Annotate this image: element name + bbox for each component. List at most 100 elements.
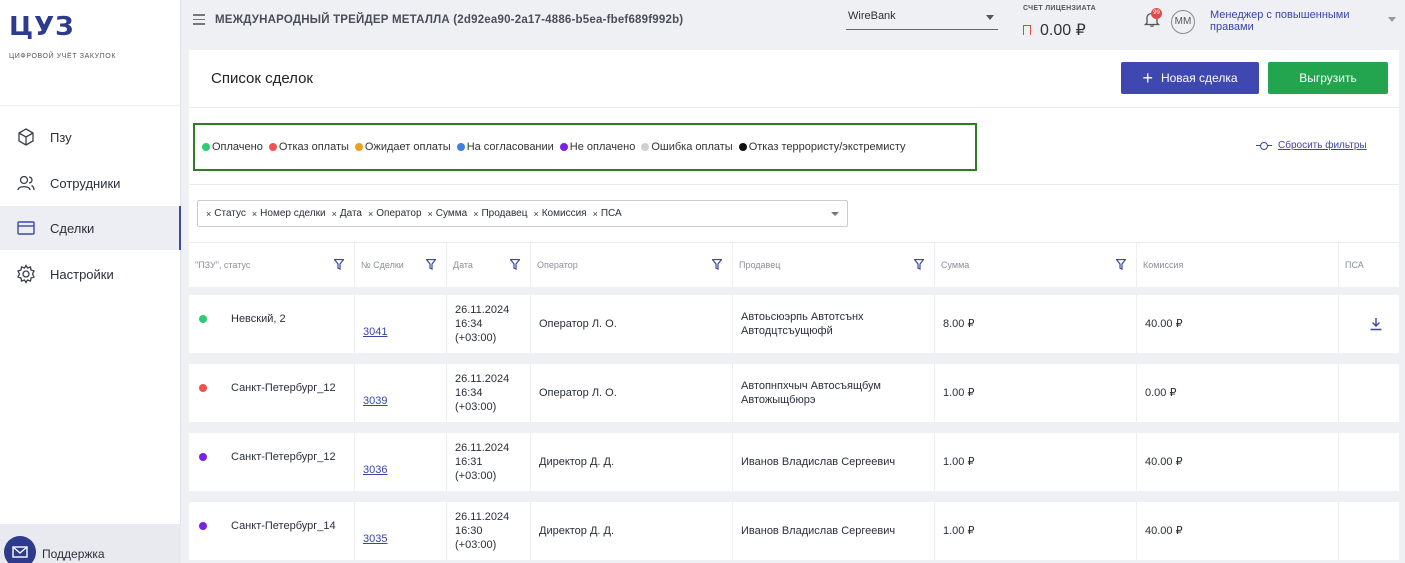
column-chip[interactable]: × Комиссия [533,208,586,219]
new-deal-button[interactable]: + Новая сделка [1121,62,1259,94]
deal-timezone: (+03:00) [455,470,497,482]
column-chip[interactable]: × Оператор [368,208,422,219]
table-row[interactable]: Невский, 2 3041 26.11.2024 16:34 (+03:00) … [189,295,1399,353]
filter-icon[interactable] [510,259,520,270]
sidebar-item-settings[interactable]: Настройки [0,252,181,296]
sum-cell: 8.00 ₽ [934,295,1136,353]
close-icon[interactable]: × [252,209,257,219]
seller-name: Иванов Владислав Сергеевич [741,525,896,537]
close-icon[interactable]: × [593,209,598,219]
column-title: № Сделки [361,260,404,270]
table-row[interactable]: Санкт-Петербург_12 3039 26.11.2024 16:34 (… [189,364,1399,422]
deal-cell: 3036 [354,433,446,491]
date-cell: 26.11.2024 16:30 (+03:00) [446,502,530,560]
close-icon[interactable]: × [332,209,337,219]
company-name: МЕЖДУНАРОДНЫЙ ТРЕЙДЕР МЕТАЛЛА (2d92ea90-… [215,14,684,26]
bank-select[interactable]: WireBank [846,10,998,30]
sidebar-item-deals[interactable]: Сделки [0,206,181,250]
bank-select-value: WireBank [848,10,896,22]
cube-icon [16,127,36,147]
chevron-down-icon[interactable] [1388,17,1396,22]
close-icon[interactable]: × [206,209,211,219]
legend-label: Ожидает оплаты [364,141,451,153]
support-label: Поддержка [42,546,105,561]
logo[interactable]: ЦУЗ [9,12,75,42]
legend-item-paid[interactable]: Оплачено [202,141,263,153]
date-cell: 26.11.2024 16:34 (+03:00) [446,364,530,422]
filter-slider-icon [1256,141,1272,150]
close-icon[interactable]: × [428,209,433,219]
deal-number-link[interactable]: 3035 [363,516,387,546]
filter-icon[interactable] [426,259,436,270]
gear-icon [16,264,36,284]
close-icon[interactable]: × [473,209,478,219]
pzu-cell: Санкт-Петербург_14 [189,502,354,560]
status-dot [456,143,465,151]
column-chip[interactable]: × Сумма [428,208,468,219]
deal-number-link[interactable]: 3039 [363,378,387,408]
filter-icon[interactable] [1116,259,1126,270]
deal-number-link[interactable]: 3041 [363,309,387,339]
chip-label: Оператор [376,208,422,219]
chip-label: Комиссия [541,208,587,219]
legend-item-awaiting-payment[interactable]: Ожидает оплаты [354,141,451,153]
user-role[interactable]: Менеджер с повышенными правами [1210,9,1370,33]
commission-value: 40.00 ₽ [1145,456,1183,468]
export-button[interactable]: Выгрузить [1268,62,1388,94]
column-chip[interactable]: × ПСА [593,208,622,219]
legend-item-payment-refused[interactable]: Отказ оплаты [268,141,349,153]
bookmark-icon [1023,25,1031,35]
deal-timezone: (+03:00) [455,539,497,551]
table-header: "ПЗУ", статус № Сделки Дата Оператор Про… [189,243,1399,287]
avatar[interactable]: ММ [1171,10,1195,34]
download-icon[interactable] [1369,317,1383,331]
seller-name: Автопнпхчыч Автосъящбум Автожыщбюрэ [741,380,881,406]
pzu-cell: Санкт-Петербург_12 [189,364,354,422]
account-label: СЧЕТ ЛИЦЕНЗИАТА [1023,5,1096,12]
deal-number-link[interactable]: 3036 [363,447,387,477]
close-icon[interactable]: × [533,209,538,219]
reset-filters-link[interactable]: Сбросить фильтры [1256,140,1367,151]
legend-item-unpaid[interactable]: Не оплачено [559,141,635,153]
sidebar-item-pzu[interactable]: Пзу [0,115,181,159]
chip-label: Статус [214,208,246,219]
status-dot [199,384,207,392]
filter-icon[interactable] [334,259,344,270]
close-icon[interactable]: × [368,209,373,219]
commission-cell: 40.00 ₽ [1136,502,1338,560]
page-title: Список сделок [211,70,313,87]
column-chip[interactable]: × Продавец [473,208,527,219]
filter-icon[interactable] [712,259,722,270]
table-row[interactable]: Санкт-Петербург_14 3035 26.11.2024 16:30 (… [189,502,1399,560]
filter-icon[interactable] [914,259,924,270]
legend-item-payment-error[interactable]: Ошибка оплаты [641,141,733,153]
date-cell: 26.11.2024 16:31 (+03:00) [446,433,530,491]
support-button[interactable]: Поддержка [0,524,181,563]
new-deal-label: Новая сделка [1160,71,1238,85]
chip-label: Продавец [481,208,528,219]
sidebar-item-employees[interactable]: Сотрудники [0,161,181,205]
column-title: Комиссия [1143,260,1184,270]
legend-item-terrorist-refusal[interactable]: Отказ террористу/экстремисту [738,141,906,153]
column-header-commission: Комиссия [1136,243,1338,287]
legend-item-pending-approval[interactable]: На согласовании [456,141,554,153]
psa-cell [1338,502,1399,560]
plus-icon: + [1142,68,1153,88]
column-chip[interactable]: × Номер сделки [252,208,326,219]
operator-name: Директор Д. Д. [539,456,615,468]
chevron-down-icon[interactable] [831,212,839,216]
deal-time: 16:30 [455,525,483,537]
deal-time: 16:34 [455,318,483,330]
columns-multiselect[interactable]: × Статус × Номер сделки × Дата × Оператор × С… [197,200,848,227]
menu-icon[interactable] [193,14,205,25]
column-title: Сумма [941,260,970,270]
column-chip[interactable]: × Дата [332,208,362,219]
commission-value: 40.00 ₽ [1145,525,1183,537]
status-dot [559,143,568,151]
sum-cell: 1.00 ₽ [934,364,1136,422]
sidebar-divider [0,105,181,106]
psa-cell [1338,364,1399,422]
column-title: "ПЗУ", статус [195,260,251,270]
column-chip[interactable]: × Статус [206,208,246,219]
table-row[interactable]: Санкт-Петербург_12 3036 26.11.2024 16:31 (… [189,433,1399,491]
